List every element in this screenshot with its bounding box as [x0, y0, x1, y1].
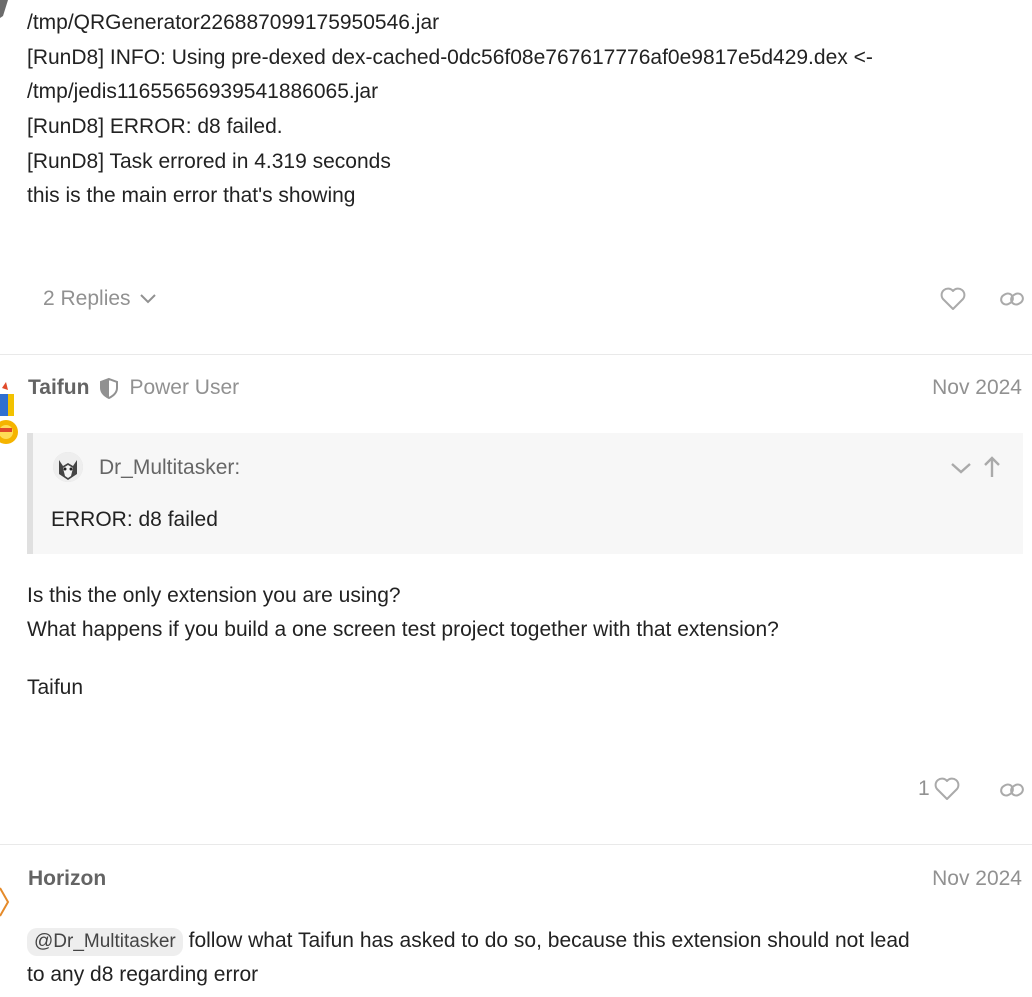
heart-icon	[940, 287, 966, 310]
post-divider	[0, 844, 1032, 845]
like-count: 1	[918, 777, 930, 800]
post-date[interactable]: Nov 2024	[932, 373, 1022, 403]
user-mention[interactable]: @Dr_Multitasker	[27, 928, 183, 956]
username[interactable]: Horizon	[28, 864, 106, 894]
heart-icon	[934, 777, 960, 800]
quote-text: ERROR: d8 failed	[51, 508, 218, 531]
like-button[interactable]: 1	[918, 774, 960, 804]
expand-quote-button[interactable]	[949, 455, 973, 481]
quote-author: Dr_Multitasker:	[99, 456, 241, 479]
quote-avatar	[53, 452, 83, 482]
log-line: /tmp/jedis11655656939541886065.jar	[27, 80, 379, 103]
log-line: [RunD8] Task errored in 4.319 seconds	[27, 150, 391, 173]
log-line: /tmp/QRGenerator226887099175950546.jar	[27, 11, 440, 34]
share-link-button[interactable]	[996, 284, 1028, 314]
share-link-button[interactable]	[996, 775, 1028, 805]
post-date[interactable]: Nov 2024	[932, 864, 1022, 894]
post-text: What happens if you build a one screen t…	[27, 618, 779, 641]
post-signature: Taifun	[27, 676, 84, 699]
user-title: Power User	[129, 376, 240, 399]
chevron-down-icon	[951, 463, 971, 474]
arrow-up-icon	[984, 456, 1000, 477]
link-icon	[1000, 292, 1024, 306]
post-divider	[0, 354, 1032, 355]
post-text: Is this the only extension you are using…	[27, 584, 401, 607]
like-button[interactable]	[938, 284, 968, 314]
shield-icon	[100, 377, 119, 399]
post-text-segment: follow what Taifun has asked to do so, b…	[188, 929, 910, 952]
user-avatar[interactable]	[0, 0, 12, 18]
post-text: this is the main error that's showing	[27, 184, 356, 207]
user-avatar[interactable]	[0, 884, 12, 920]
username[interactable]: Taifun	[28, 376, 89, 400]
user-avatar[interactable]	[0, 380, 20, 450]
post-text: @Dr_Multitasker follow what Taifun has a…	[27, 924, 910, 958]
link-icon	[1000, 783, 1024, 797]
replies-label: 2 Replies	[43, 287, 131, 310]
go-to-quoted-post-button[interactable]	[981, 453, 1003, 481]
log-line: [RunD8] INFO: Using pre-dexed dex-cached…	[27, 46, 873, 69]
chevron-down-icon	[139, 294, 156, 304]
post-text: to any d8 regarding error	[27, 963, 259, 986]
log-line: [RunD8] ERROR: d8 failed.	[27, 115, 283, 138]
replies-button[interactable]: 2 Replies	[43, 284, 157, 314]
quote-block: Dr_Multitasker: ERROR: d8 failed	[27, 433, 1023, 554]
